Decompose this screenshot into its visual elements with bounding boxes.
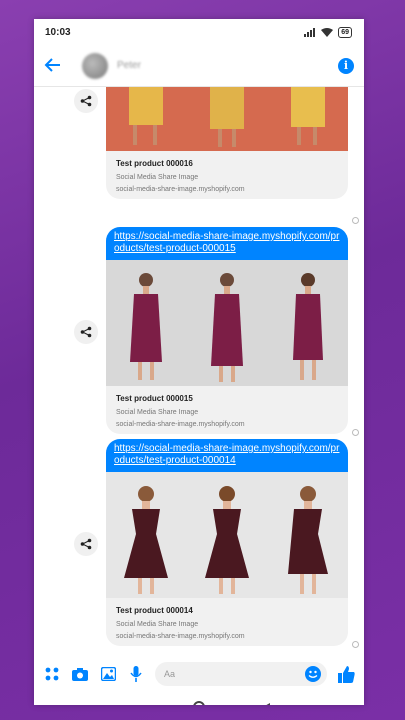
share-icon[interactable] <box>74 532 98 556</box>
product-site: social-media-share-image.myshopify.com <box>116 421 245 428</box>
android-nav-bar <box>34 694 364 705</box>
message-list[interactable]: Test product 000016 Social Media Share I… <box>34 87 364 653</box>
product-image-panel <box>267 87 348 151</box>
product-subtitle: Social Media Share Image <box>116 621 199 628</box>
info-icon[interactable]: i <box>338 57 354 74</box>
product-image[interactable] <box>106 472 348 598</box>
product-title: Test product 000016 <box>116 159 193 168</box>
message-input[interactable]: Aa <box>155 662 327 686</box>
product-link[interactable]: https://social-media-share-image.myshopi… <box>106 439 348 472</box>
wifi-icon <box>321 27 334 37</box>
status-icons: 69 <box>304 26 352 38</box>
product-image-panel <box>106 260 187 386</box>
contact-name[interactable]: Peter <box>117 60 141 71</box>
status-time: 10:03 <box>45 26 71 38</box>
apps-grid-icon[interactable] <box>43 665 61 683</box>
link-preview-message[interactable]: https://social-media-share-image.myshopi… <box>106 227 348 434</box>
product-title: Test product 000014 <box>116 606 193 615</box>
product-image[interactable] <box>106 87 348 151</box>
product-image-panel <box>187 472 268 598</box>
product-image-panel <box>267 260 348 386</box>
preview-meta: Test product 000014 Social Media Share I… <box>106 598 348 646</box>
camera-icon[interactable] <box>71 665 89 683</box>
seen-indicator <box>352 641 359 648</box>
preview-meta: Test product 000016 Social Media Share I… <box>106 151 348 199</box>
signal-icon <box>304 27 316 37</box>
seen-indicator <box>352 217 359 224</box>
avatar[interactable] <box>82 52 108 79</box>
product-image-panel <box>106 87 187 151</box>
product-subtitle: Social Media Share Image <box>116 174 199 181</box>
product-image-panel <box>187 87 268 151</box>
product-site: social-media-share-image.myshopify.com <box>116 186 245 193</box>
product-subtitle: Social Media Share Image <box>116 409 199 416</box>
product-site: social-media-share-image.myshopify.com <box>116 633 245 640</box>
chat-header: Peter i <box>34 45 364 87</box>
product-image[interactable] <box>106 260 348 386</box>
product-image-panel <box>267 472 348 598</box>
emoji-icon[interactable] <box>305 666 321 682</box>
thumbs-up-icon[interactable] <box>337 665 355 683</box>
recent-apps-icon[interactable] <box>129 700 137 705</box>
back-arrow-icon[interactable] <box>44 56 64 76</box>
product-image-panel <box>106 472 187 598</box>
product-title: Test product 000015 <box>116 394 193 403</box>
message-input-placeholder: Aa <box>164 669 176 679</box>
share-icon[interactable] <box>74 89 98 113</box>
back-nav-icon[interactable] <box>261 700 270 705</box>
seen-indicator <box>352 429 359 436</box>
product-image-panel <box>187 260 268 386</box>
message-composer: Aa <box>34 654 364 694</box>
product-link[interactable]: https://social-media-share-image.myshopi… <box>106 227 348 260</box>
home-icon[interactable] <box>192 700 205 705</box>
link-preview-message[interactable]: https://social-media-share-image.myshopi… <box>106 439 348 646</box>
preview-meta: Test product 000015 Social Media Share I… <box>106 386 348 434</box>
link-preview-message[interactable]: Test product 000016 Social Media Share I… <box>106 87 348 199</box>
share-icon[interactable] <box>74 320 98 344</box>
battery-icon: 69 <box>338 26 352 38</box>
microphone-icon[interactable] <box>127 665 145 683</box>
gallery-icon[interactable] <box>99 665 117 683</box>
status-bar: 10:03 69 <box>34 19 364 45</box>
phone-screen: 10:03 69 Peter i Test product 000016 Soc… <box>34 19 364 705</box>
